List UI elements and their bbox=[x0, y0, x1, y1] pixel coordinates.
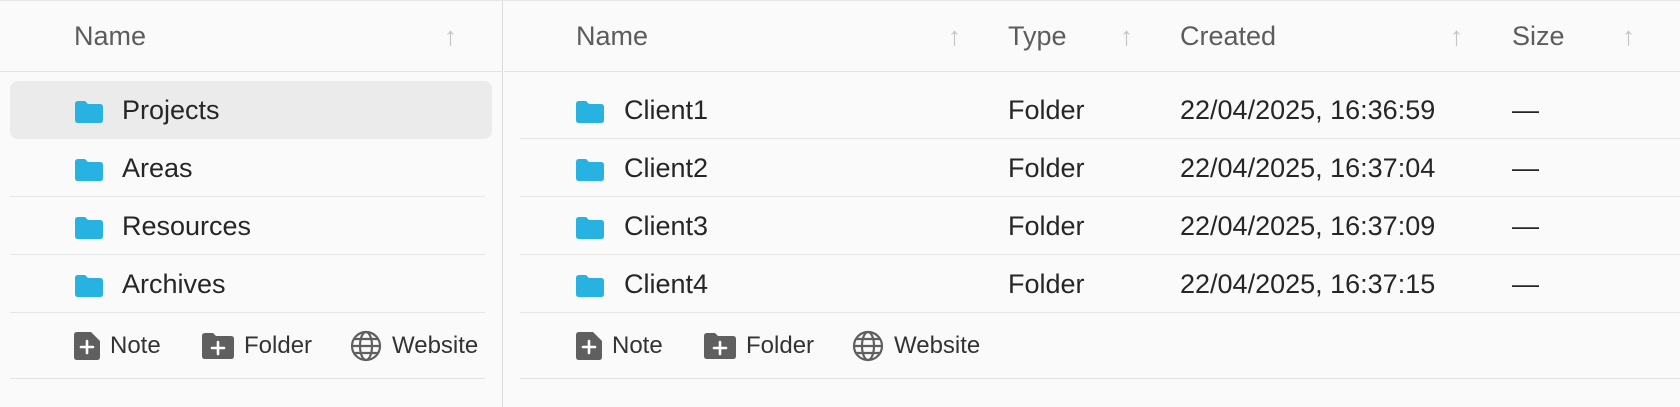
column-header-type[interactable]: Type bbox=[1008, 1, 1067, 71]
add-folder-button[interactable]: Folder bbox=[202, 313, 312, 379]
row-type: Folder bbox=[1008, 211, 1085, 241]
column-header-name[interactable]: Name bbox=[74, 1, 146, 71]
add-note-button[interactable]: Note bbox=[576, 313, 663, 379]
folder-icon bbox=[75, 217, 103, 239]
table-row[interactable]: Client4 Folder 22/04/2025, 16:37:15 — bbox=[520, 255, 1680, 313]
add-note-icon bbox=[74, 332, 100, 360]
add-folder-icon bbox=[202, 333, 234, 359]
arrow-up-icon[interactable]: ↑ bbox=[1622, 1, 1635, 71]
sidebar-item-archives[interactable]: Archives bbox=[10, 255, 485, 313]
sidebar-item-label: Projects bbox=[122, 95, 220, 125]
add-website-label: Website bbox=[894, 332, 981, 359]
folder-icon bbox=[75, 275, 103, 297]
add-folder-label: Folder bbox=[746, 332, 815, 359]
add-note-label: Note bbox=[612, 332, 663, 359]
add-note-button[interactable]: Note bbox=[74, 313, 161, 379]
row-divider bbox=[520, 378, 1680, 379]
arrow-up-icon[interactable]: ↑ bbox=[1120, 1, 1133, 71]
globe-icon bbox=[350, 330, 382, 362]
row-size: — bbox=[1512, 269, 1539, 299]
arrow-up-icon[interactable]: ↑ bbox=[948, 1, 961, 71]
table-row[interactable]: Client2 Folder 22/04/2025, 16:37:04 — bbox=[520, 139, 1680, 197]
column-header-created[interactable]: Created bbox=[1180, 1, 1276, 71]
arrow-up-icon[interactable]: ↑ bbox=[1450, 1, 1463, 71]
row-name: Client1 bbox=[624, 95, 709, 125]
sidebar-item-areas[interactable]: Areas bbox=[10, 139, 485, 197]
row-divider bbox=[10, 378, 485, 379]
row-name: Client3 bbox=[624, 211, 709, 241]
row-created: 22/04/2025, 16:37:04 bbox=[1180, 153, 1436, 183]
column-header-name[interactable]: Name bbox=[576, 1, 648, 71]
folder-icon bbox=[75, 101, 103, 123]
row-type: Folder bbox=[1008, 95, 1085, 125]
column-header-size[interactable]: Size bbox=[1512, 1, 1565, 71]
add-website-button[interactable]: Website bbox=[852, 313, 980, 379]
sidebar-item-label: Areas bbox=[122, 153, 193, 183]
folder-icon bbox=[75, 159, 103, 181]
row-type: Folder bbox=[1008, 269, 1085, 299]
row-size: — bbox=[1512, 211, 1539, 241]
row-size: — bbox=[1512, 153, 1539, 183]
file-browser: Name ↑ Projects Areas Resources Archives… bbox=[0, 0, 1680, 407]
table-row[interactable]: Client3 Folder 22/04/2025, 16:37:09 — bbox=[520, 197, 1680, 255]
add-website-button[interactable]: Website bbox=[350, 313, 478, 379]
main-pane: Name ↑ Type ↑ Created ↑ Size ↑ Client1 F… bbox=[504, 1, 1680, 407]
sidebar-item-projects[interactable]: Projects bbox=[10, 81, 492, 139]
add-note-icon bbox=[576, 332, 602, 360]
sidebar-header: Name ↑ bbox=[0, 1, 502, 72]
sidebar-action-bar: Note Folder Website bbox=[10, 313, 485, 379]
add-folder-icon bbox=[704, 333, 736, 359]
table-header: Name ↑ Type ↑ Created ↑ Size ↑ bbox=[504, 1, 1680, 72]
add-folder-label: Folder bbox=[244, 332, 313, 359]
folder-icon bbox=[576, 101, 604, 123]
folder-icon bbox=[576, 275, 604, 297]
add-note-label: Note bbox=[110, 332, 161, 359]
row-name: Client2 bbox=[624, 153, 709, 183]
row-created: 22/04/2025, 16:37:15 bbox=[1180, 269, 1436, 299]
row-size: — bbox=[1512, 95, 1539, 125]
row-created: 22/04/2025, 16:37:09 bbox=[1180, 211, 1436, 241]
folder-icon bbox=[576, 159, 604, 181]
globe-icon bbox=[852, 330, 884, 362]
sidebar-pane: Name ↑ Projects Areas Resources Archives… bbox=[0, 1, 503, 407]
main-action-bar: Note Folder Website bbox=[520, 313, 1680, 379]
add-website-label: Website bbox=[392, 332, 479, 359]
arrow-up-icon[interactable]: ↑ bbox=[444, 1, 457, 71]
sidebar-item-label: Resources bbox=[122, 211, 252, 241]
add-folder-button[interactable]: Folder bbox=[704, 313, 814, 379]
folder-icon bbox=[576, 217, 604, 239]
row-created: 22/04/2025, 16:36:59 bbox=[1180, 95, 1436, 125]
sidebar-item-resources[interactable]: Resources bbox=[10, 197, 485, 255]
row-type: Folder bbox=[1008, 153, 1085, 183]
sidebar-item-label: Archives bbox=[122, 269, 226, 299]
table-row[interactable]: Client1 Folder 22/04/2025, 16:36:59 — bbox=[520, 81, 1680, 139]
row-name: Client4 bbox=[624, 269, 709, 299]
